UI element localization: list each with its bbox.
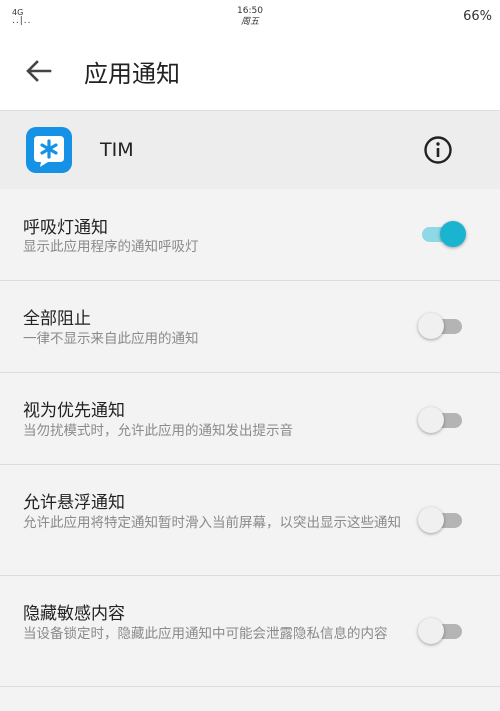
heads-up-switch[interactable]	[418, 505, 466, 535]
setting-breathing-light[interactable]: 呼吸灯通知 显示此应用程序的通知呼吸灯	[0, 189, 500, 281]
clock: 16:50 周五	[0, 6, 500, 28]
status-bar: 4G ..|.. 16:50 周五 66%	[0, 0, 500, 32]
arrow-left-icon	[26, 60, 52, 82]
app-header: TIM	[0, 111, 500, 189]
toolbar: 应用通知	[0, 32, 500, 111]
info-circle-icon	[424, 136, 452, 164]
battery-level: 66%	[463, 9, 492, 24]
setting-title: 呼吸灯通知	[23, 218, 108, 238]
setting-title: 允许悬浮通知	[23, 493, 125, 513]
setting-title: 隐藏敏感内容	[23, 604, 125, 624]
breathing-light-switch[interactable]	[418, 219, 466, 249]
setting-summary: 当勿扰模式时，允许此应用的通知发出提示音	[23, 423, 293, 439]
setting-summary: 显示此应用程序的通知呼吸灯	[23, 239, 199, 255]
setting-hide-sensitive[interactable]: 隐藏敏感内容 当设备锁定时，隐藏此应用通知中可能会泄露隐私信息的内容	[0, 576, 500, 687]
back-button[interactable]	[22, 54, 56, 88]
priority-switch[interactable]	[418, 405, 466, 435]
setting-summary: 允许此应用将特定通知暂时滑入当前屏幕，以突出显示这些通知	[23, 515, 401, 531]
hide-sensitive-switch[interactable]	[418, 616, 466, 646]
notification-settings-list: 呼吸灯通知 显示此应用程序的通知呼吸灯 全部阻止 一律不显示来自此应用的通知 视…	[0, 189, 500, 687]
app-name: TIM	[100, 139, 134, 161]
setting-title: 全部阻止	[23, 309, 91, 329]
setting-priority[interactable]: 视为优先通知 当勿扰模式时，允许此应用的通知发出提示音	[0, 373, 500, 465]
setting-heads-up[interactable]: 允许悬浮通知 允许此应用将特定通知暂时滑入当前屏幕，以突出显示这些通知	[0, 465, 500, 576]
page-title: 应用通知	[84, 60, 180, 88]
status-day: 周五	[240, 17, 259, 27]
tim-app-icon	[26, 127, 72, 173]
status-time: 16:50	[237, 6, 263, 16]
app-info-button[interactable]	[422, 134, 454, 166]
setting-block-all[interactable]: 全部阻止 一律不显示来自此应用的通知	[0, 281, 500, 373]
setting-title: 视为优先通知	[23, 401, 125, 421]
block-all-switch[interactable]	[418, 311, 466, 341]
setting-summary: 一律不显示来自此应用的通知	[23, 331, 199, 347]
setting-summary: 当设备锁定时，隐藏此应用通知中可能会泄露隐私信息的内容	[23, 626, 388, 642]
